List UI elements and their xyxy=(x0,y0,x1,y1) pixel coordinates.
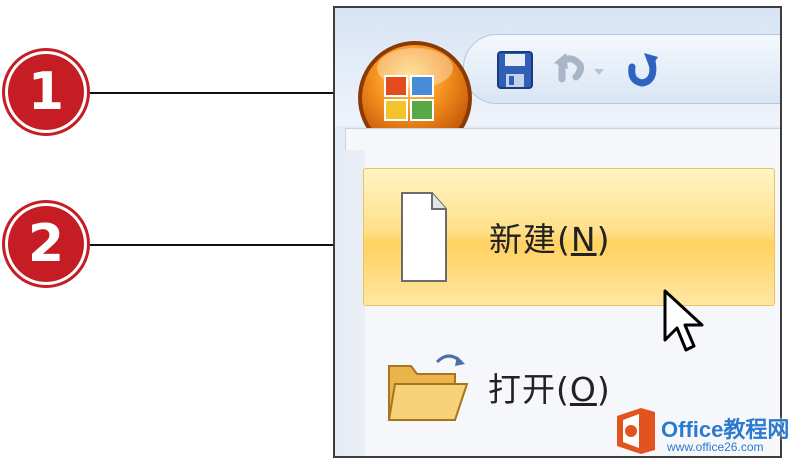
redo-icon[interactable] xyxy=(622,49,666,91)
mouse-cursor-icon xyxy=(663,289,704,352)
menu-item-new[interactable]: 新建(N) xyxy=(363,168,775,306)
dropdown-arrow-icon[interactable] xyxy=(586,49,612,91)
save-icon[interactable] xyxy=(494,49,538,91)
site-watermark: Office教程网 www.office26.com xyxy=(603,398,789,465)
watermark-url: www.office26.com xyxy=(667,440,764,454)
office-watermark-logo-icon xyxy=(617,408,655,454)
menu-left-strip xyxy=(345,150,365,456)
callout-marker-2: 2 xyxy=(8,206,84,282)
callout-marker-1: 1 xyxy=(8,54,84,130)
office-application-window: 新建(N) 打开(O) xyxy=(333,6,782,458)
menu-item-label: 新建(N) xyxy=(489,220,611,259)
menu-item-label: 打开(O) xyxy=(488,370,611,409)
quick-access-toolbar xyxy=(463,34,780,104)
blank-document-icon xyxy=(401,192,447,282)
open-folder-icon xyxy=(387,354,469,421)
